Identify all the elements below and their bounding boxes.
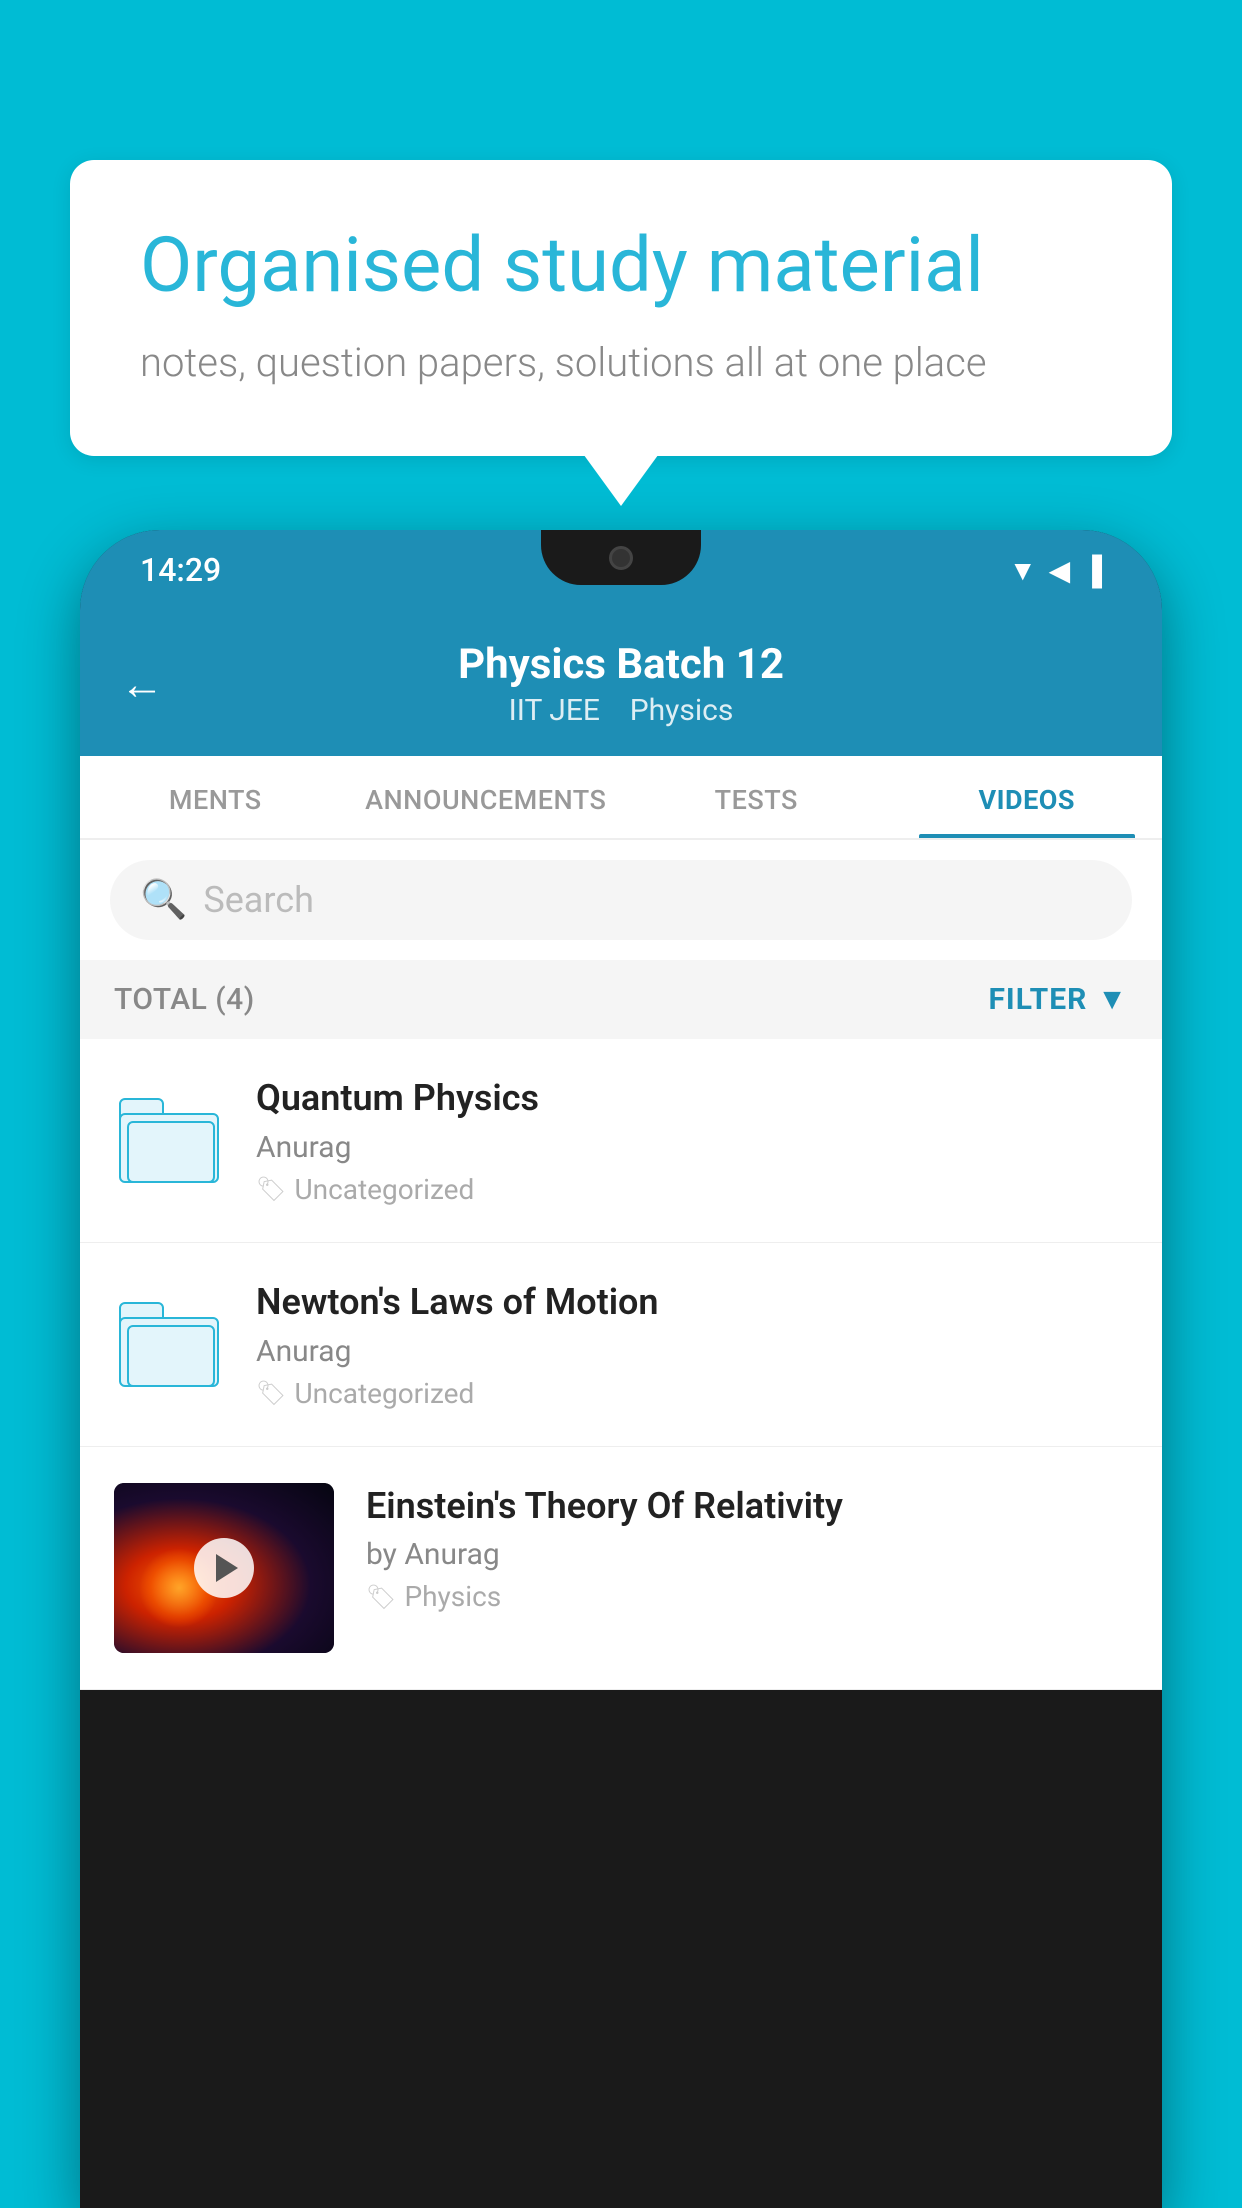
search-bar[interactable]: 🔍 Search bbox=[110, 860, 1132, 940]
filter-icon: ▼ bbox=[1097, 982, 1128, 1017]
play-button[interactable] bbox=[194, 1538, 254, 1598]
status-bar: 14:29 ▼ ◀ ▐ bbox=[80, 530, 1162, 610]
video-info-1: Quantum Physics Anurag 🏷 Uncategorized bbox=[256, 1075, 1128, 1206]
phone-frame: 14:29 ▼ ◀ ▐ ← Physics Batch 12 IIT JEE P… bbox=[80, 530, 1162, 2208]
filter-button[interactable]: FILTER ▼ bbox=[988, 982, 1128, 1017]
video-tag-label-1: Uncategorized bbox=[294, 1173, 474, 1206]
video-thumbnail-3 bbox=[114, 1483, 334, 1653]
list-item[interactable]: Quantum Physics Anurag 🏷 Uncategorized bbox=[80, 1039, 1162, 1243]
tag-physics: Physics bbox=[630, 693, 734, 728]
back-button[interactable]: ← bbox=[120, 658, 164, 710]
play-icon bbox=[216, 1554, 238, 1582]
video-author-3: by Anurag bbox=[366, 1537, 1128, 1572]
video-title-1: Quantum Physics bbox=[256, 1075, 1128, 1122]
video-title-3: Einstein's Theory Of Relativity bbox=[366, 1483, 1128, 1530]
tab-bar: MENTS ANNOUNCEMENTS TESTS VIDEOS bbox=[80, 756, 1162, 840]
tag-icon-3: 🏷 bbox=[366, 1583, 396, 1611]
video-tag-3: 🏷 Physics bbox=[366, 1580, 1128, 1613]
video-tag-label-2: Uncategorized bbox=[294, 1377, 474, 1410]
video-tag-1: 🏷 Uncategorized bbox=[256, 1173, 1128, 1206]
hero-subtitle: notes, question papers, solutions all at… bbox=[140, 339, 1102, 386]
video-author-1: Anurag bbox=[256, 1130, 1128, 1165]
tab-tests[interactable]: TESTS bbox=[621, 756, 892, 838]
video-tag-label-3: Physics bbox=[404, 1580, 501, 1613]
batch-title: Physics Batch 12 bbox=[458, 640, 784, 689]
app-header: ← Physics Batch 12 IIT JEE Physics bbox=[80, 610, 1162, 756]
status-time: 14:29 bbox=[140, 551, 221, 589]
video-list: Quantum Physics Anurag 🏷 Uncategorized N… bbox=[80, 1039, 1162, 1690]
signal-icon: ◀ bbox=[1049, 554, 1071, 587]
speech-bubble: Organised study material notes, question… bbox=[70, 160, 1172, 456]
filter-label: FILTER bbox=[988, 982, 1087, 1017]
video-title-2: Newton's Laws of Motion bbox=[256, 1279, 1128, 1326]
search-icon: 🔍 bbox=[140, 878, 187, 922]
tab-videos[interactable]: VIDEOS bbox=[892, 756, 1163, 838]
tag-icon-1: 🏷 bbox=[256, 1175, 286, 1203]
video-info-3: Einstein's Theory Of Relativity by Anura… bbox=[366, 1483, 1128, 1614]
list-item[interactable]: Einstein's Theory Of Relativity by Anura… bbox=[80, 1447, 1162, 1690]
tag-iitjee: IIT JEE bbox=[509, 693, 600, 728]
batch-subtitle: IIT JEE Physics bbox=[458, 693, 784, 728]
total-count: TOTAL (4) bbox=[114, 982, 255, 1017]
search-container: 🔍 Search bbox=[80, 840, 1162, 960]
search-placeholder: Search bbox=[203, 879, 314, 921]
video-info-2: Newton's Laws of Motion Anurag 🏷 Uncateg… bbox=[256, 1279, 1128, 1410]
filter-bar: TOTAL (4) FILTER ▼ bbox=[80, 960, 1162, 1039]
folder-thumbnail-1 bbox=[114, 1085, 224, 1195]
header-title-block: Physics Batch 12 IIT JEE Physics bbox=[458, 640, 784, 728]
status-icons: ▼ ◀ ▐ bbox=[1009, 554, 1102, 587]
battery-icon: ▐ bbox=[1082, 554, 1102, 587]
hero-section: Organised study material notes, question… bbox=[70, 160, 1172, 456]
video-tag-2: 🏷 Uncategorized bbox=[256, 1377, 1128, 1410]
tag-icon-2: 🏷 bbox=[256, 1379, 286, 1407]
video-author-2: Anurag bbox=[256, 1334, 1128, 1369]
folder-thumbnail-2 bbox=[114, 1289, 224, 1399]
tab-announcements[interactable]: ANNOUNCEMENTS bbox=[351, 756, 622, 838]
hero-title: Organised study material bbox=[140, 220, 1102, 311]
list-item[interactable]: Newton's Laws of Motion Anurag 🏷 Uncateg… bbox=[80, 1243, 1162, 1447]
camera-icon bbox=[609, 546, 633, 570]
phone-notch bbox=[541, 530, 701, 585]
tab-ments[interactable]: MENTS bbox=[80, 756, 351, 838]
wifi-icon: ▼ bbox=[1009, 554, 1037, 587]
